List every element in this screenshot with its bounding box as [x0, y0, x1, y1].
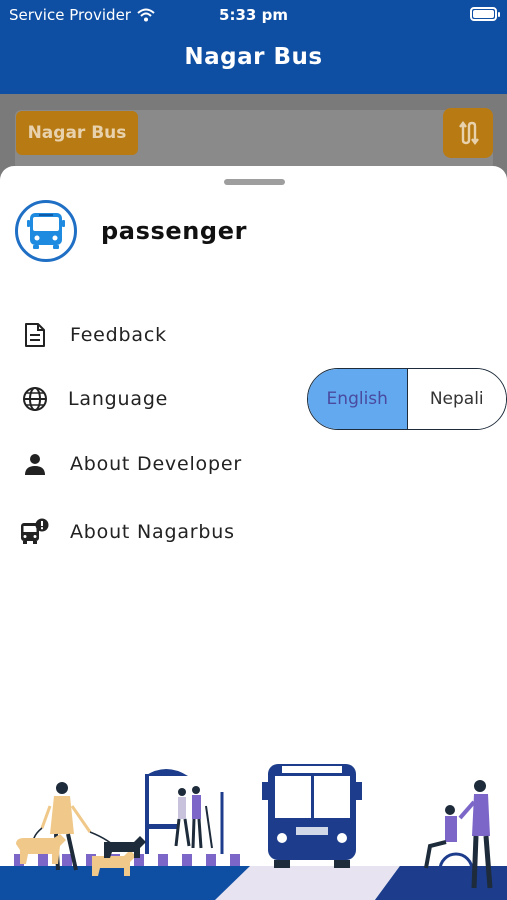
profile-header: passenger	[15, 200, 247, 262]
page-title: Nagar Bus	[184, 44, 323, 70]
bus-stop-illustration	[0, 764, 507, 900]
language-option-nepali[interactable]: Nepali	[407, 369, 506, 429]
menu-item-feedback[interactable]: Feedback	[0, 307, 507, 363]
language-option-english[interactable]: English	[308, 369, 408, 429]
background-chip: Nagar Bus	[16, 111, 138, 155]
status-bar: Service Provider 5:33 pm	[0, 4, 507, 26]
menu-bottom-sheet: passenger Feedback Language English Nepa…	[0, 166, 507, 900]
menu-label-feedback: Feedback	[70, 324, 167, 346]
person-icon	[20, 449, 50, 479]
username: passenger	[101, 217, 248, 245]
menu-item-language: Language	[0, 371, 300, 427]
bus-icon	[27, 213, 65, 249]
document-icon	[20, 320, 50, 350]
menu-label-about-developer: About Developer	[70, 453, 242, 475]
language-toggle[interactable]: English Nepali	[307, 368, 507, 430]
menu-label-language: Language	[68, 388, 169, 410]
globe-icon	[20, 384, 50, 414]
battery-icon	[470, 7, 500, 21]
bus-alert-icon	[20, 517, 50, 547]
menu-item-about-nagarbus[interactable]: About Nagarbus	[0, 504, 507, 560]
swap-route-icon	[443, 108, 493, 158]
avatar	[15, 200, 77, 262]
drag-handle[interactable]	[224, 179, 285, 185]
menu-item-about-developer[interactable]: About Developer	[0, 436, 507, 492]
app-header: Service Provider 5:33 pm Nagar Bus	[0, 0, 507, 94]
menu-label-about-nagarbus: About Nagarbus	[70, 521, 235, 543]
status-time: 5:33 pm	[219, 6, 288, 24]
